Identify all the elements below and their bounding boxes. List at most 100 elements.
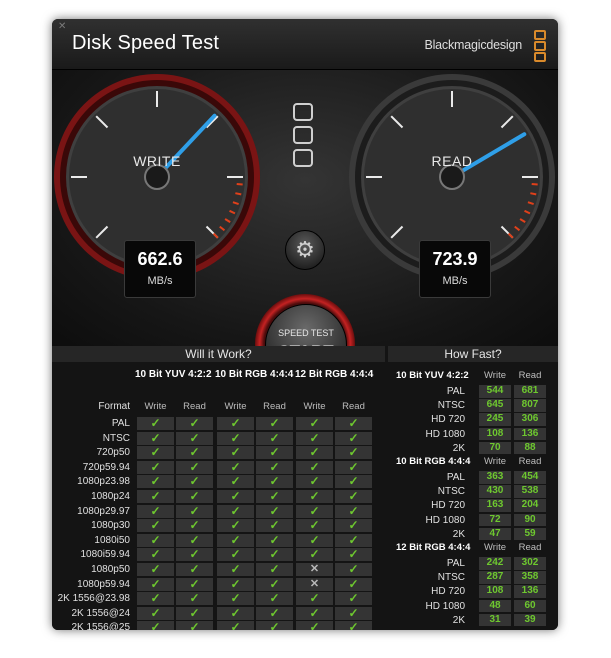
- check-icon: ✓: [335, 621, 372, 630]
- fast-row-label: 2K: [452, 528, 465, 540]
- check-icon: ✓: [217, 533, 254, 547]
- check-icon: ✓: [335, 548, 372, 562]
- check-icon: ✓: [335, 562, 372, 577]
- check-icon: ✓: [137, 533, 174, 547]
- check-icon: ✓: [217, 431, 254, 445]
- fast-read-value: 136: [514, 585, 546, 599]
- cross-icon: ✕: [296, 563, 333, 577]
- mode-indicator-icons: [293, 103, 315, 172]
- format-row-label: NTSC: [102, 432, 130, 444]
- will-group-header: 12 Bit RGB 4:4:4: [295, 369, 374, 380]
- fast-group-header: 10 Bit YUV 4:2:2: [396, 370, 469, 381]
- check-icon: ✓: [217, 577, 254, 591]
- check-icon: ✓: [176, 562, 213, 577]
- read-column-label: Read: [183, 401, 206, 412]
- check-icon: ✓: [296, 489, 333, 504]
- check-icon: ✓: [296, 446, 333, 460]
- check-icon: ✓: [256, 446, 293, 460]
- check-icon: ✓: [176, 519, 213, 533]
- check-icon: ✓: [176, 592, 213, 606]
- check-icon: ✓: [335, 519, 372, 533]
- check-icon: ✓: [176, 431, 213, 445]
- fast-write-value: 163: [479, 499, 511, 513]
- check-icon: ✓: [296, 592, 333, 606]
- read-value: 723.9: [432, 249, 478, 269]
- write-gauge-redzone-tick: [236, 182, 243, 186]
- fast-write-value: 363: [479, 471, 511, 484]
- fast-group-header: 10 Bit RGB 4:4:4: [396, 456, 471, 467]
- check-icon: ✓: [296, 621, 333, 630]
- fast-row-label: HD 720: [431, 414, 465, 426]
- format-row-label: 1080p23.98: [77, 476, 130, 488]
- fast-write-value: 287: [479, 571, 511, 584]
- fast-row-label: HD 1080: [425, 428, 465, 440]
- fast-row-label: HD 1080: [425, 514, 465, 526]
- read-value-box: 723.9 MB/s: [419, 240, 491, 298]
- check-icon: ✓: [335, 489, 372, 504]
- check-icon: ✓: [137, 621, 174, 630]
- app-title: Disk Speed Test: [72, 32, 220, 54]
- fast-read-value: 807: [514, 399, 546, 412]
- start-button-caption: SPEED TEST: [278, 328, 334, 338]
- fast-write-value: 70: [479, 441, 511, 455]
- check-icon: ✓: [217, 519, 254, 533]
- fast-row-label: NTSC: [437, 572, 465, 584]
- check-icon: ✓: [335, 431, 372, 445]
- write-column-label: Write: [144, 401, 167, 412]
- fast-read-label: Read: [518, 370, 542, 381]
- check-icon: ✓: [176, 621, 213, 630]
- check-icon: ✓: [335, 533, 372, 547]
- write-column-label: Write: [224, 401, 247, 412]
- fast-read-value: 538: [514, 485, 546, 498]
- format-row-label: 2K 1556@25: [71, 622, 130, 630]
- fast-read-value: 88: [514, 441, 546, 455]
- check-icon: ✓: [296, 606, 333, 620]
- fast-read-label: Read: [518, 456, 542, 467]
- fast-read-value: 454: [514, 471, 546, 484]
- gauge-panel: WRITE 662.6 MB/s READ 723.9 MB/s ⚙ SPEED…: [52, 70, 558, 394]
- check-icon: ✓: [137, 577, 174, 591]
- check-icon: ✓: [256, 621, 293, 630]
- check-icon: ✓: [256, 431, 293, 445]
- fast-read-value: 302: [514, 557, 546, 570]
- fast-write-value: 108: [479, 427, 511, 441]
- write-value-box: 662.6 MB/s: [124, 240, 196, 298]
- check-icon: ✓: [176, 548, 213, 562]
- check-icon: ✓: [256, 416, 293, 431]
- will-it-work-heading: Will it Work?: [52, 346, 385, 362]
- check-icon: ✓: [176, 416, 213, 431]
- check-icon: ✓: [256, 460, 293, 474]
- check-icon: ✓: [256, 475, 293, 489]
- fast-row-label: 2K: [452, 614, 465, 626]
- check-icon: ✓: [335, 446, 372, 460]
- read-gauge-redzone-tick: [531, 182, 538, 186]
- check-icon: ✓: [217, 446, 254, 460]
- format-row-label: 1080p59.94: [77, 578, 130, 590]
- fast-row-label: HD 720: [431, 500, 465, 512]
- check-icon: ✓: [335, 475, 372, 489]
- settings-gear-button[interactable]: ⚙: [285, 230, 325, 270]
- format-row-label: 2K 1556@23.98: [57, 593, 130, 605]
- fast-read-value: 59: [514, 527, 546, 541]
- check-icon: ✓: [335, 504, 372, 518]
- check-icon: ✓: [217, 621, 254, 630]
- title-bar: ✕ Disk Speed Test Blackmagicdesign: [52, 19, 558, 70]
- check-icon: ✓: [256, 533, 293, 547]
- fast-row-label: HD 1080: [425, 600, 465, 612]
- write-column-label: Write: [303, 401, 326, 412]
- check-icon: ✓: [217, 489, 254, 504]
- fast-write-value: 430: [479, 485, 511, 498]
- check-icon: ✓: [296, 504, 333, 518]
- check-icon: ✓: [217, 475, 254, 489]
- close-icon[interactable]: ✕: [58, 22, 66, 32]
- fast-write-value: 72: [479, 513, 511, 527]
- check-icon: ✓: [137, 431, 174, 445]
- format-row-label: PAL: [111, 418, 130, 429]
- fast-read-value: 358: [514, 571, 546, 584]
- format-row-label: 1080p50: [91, 564, 130, 575]
- fast-row-label: 2K: [452, 442, 465, 454]
- check-icon: ✓: [296, 475, 333, 489]
- check-icon: ✓: [217, 562, 254, 577]
- check-icon: ✓: [176, 475, 213, 489]
- will-group-header: 10 Bit RGB 4:4:4: [215, 369, 294, 380]
